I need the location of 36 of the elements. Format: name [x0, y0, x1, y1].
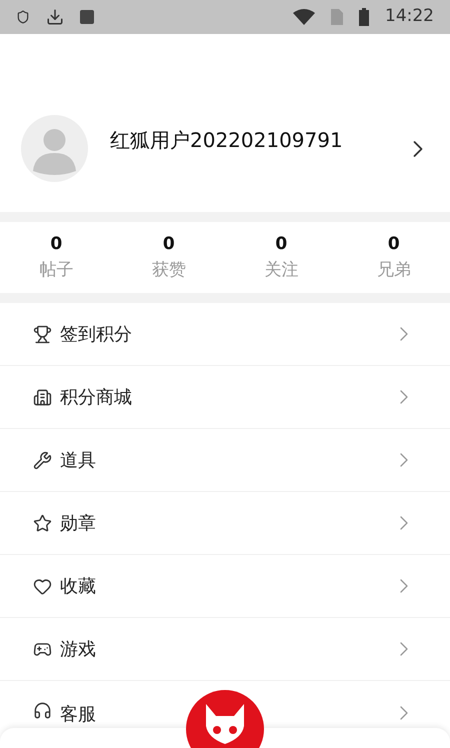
heart-icon [33, 576, 52, 596]
stat-label: 获赞 [152, 258, 186, 282]
stat-item[interactable]: 0 关注 [225, 232, 338, 283]
avatar-icon [21, 115, 88, 182]
star-icon [33, 514, 52, 532]
stat-item[interactable]: 0 帖子 [0, 232, 112, 283]
stat-label: 兄弟 [376, 258, 411, 282]
battery-icon [359, 8, 369, 26]
menu-item[interactable]: 客服 [60, 701, 392, 728]
stat-value: 0 [162, 233, 175, 256]
download-icon [46, 8, 64, 26]
app-notification-icon [80, 10, 94, 24]
menu-item[interactable]: 勋章 [60, 510, 392, 536]
shield-icon [16, 10, 30, 24]
stat-label: 帖子 [39, 258, 74, 282]
wrench-icon [33, 450, 52, 470]
store-icon [33, 388, 52, 406]
menu-item[interactable]: 签到积分 [60, 320, 392, 348]
stat-value: 0 [388, 233, 400, 256]
menu-item[interactable]: 收藏 [60, 572, 392, 600]
stat-value: 0 [275, 233, 288, 256]
stat-label: 关注 [264, 258, 298, 282]
fox-home-button[interactable] [186, 690, 264, 748]
headset-icon [33, 701, 52, 720]
trophy-icon [33, 324, 52, 344]
menu-item[interactable]: 积分商城 [60, 384, 392, 410]
no-sim-icon [331, 9, 343, 25]
status-time: 14:22 [385, 5, 434, 28]
menu-item[interactable]: 道具 [60, 446, 392, 474]
username: 红狐用户202202109791 [110, 127, 344, 154]
stat-item[interactable]: 0 获赞 [112, 232, 225, 283]
profile-header[interactable]: 红狐用户202202109791 [0, 34, 450, 212]
wifi-icon [293, 9, 315, 25]
stat-value: 0 [50, 233, 62, 256]
menu-item[interactable]: 游戏 [60, 636, 392, 662]
stat-item[interactable]: 0 兄弟 [338, 232, 450, 283]
